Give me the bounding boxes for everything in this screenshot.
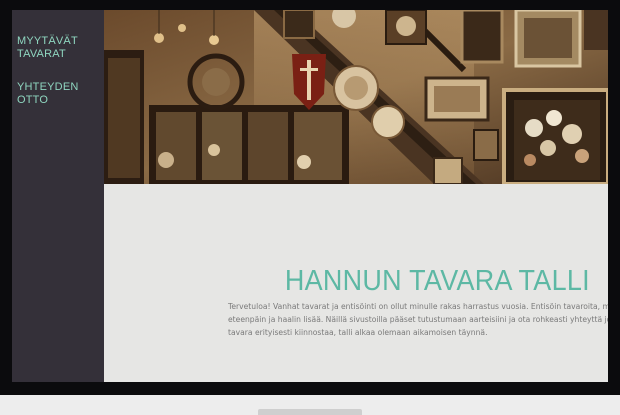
- hero-image-antique-room: [104, 10, 608, 184]
- nav-link-label-line2: OTTO: [17, 94, 49, 106]
- intro-paragraph: Tervetuloa! Vanhat tavarat ja entisöinti…: [228, 300, 608, 339]
- monitor-stand: [258, 409, 362, 415]
- nav-link-label-line2: TAVARAT: [17, 48, 66, 60]
- nav-link-for-sale-items[interactable]: MYYTÄVÄT TAVARAT: [17, 35, 78, 61]
- intro-line: tavara erityisesti kiinnostaa, talli alk…: [228, 328, 488, 337]
- page-title: HANNUN TAVARA TALLI: [284, 265, 590, 298]
- website-viewport: MYYTÄVÄT TAVARAT YHTEYDEN OTTO HANNUN TA…: [12, 10, 608, 382]
- nav-link-contact[interactable]: YHTEYDEN OTTO: [17, 81, 79, 107]
- nav-link-label-line1: YHTEYDEN: [17, 81, 79, 93]
- intro-line: Tervetuloa! Vanhat tavarat ja entisöinti…: [228, 302, 608, 311]
- main-content: HANNUN TAVARA TALLI Tervetuloa! Vanhat t…: [104, 184, 608, 382]
- intro-line: eteenpäin ja haalin lisää. Näillä sivust…: [228, 315, 608, 324]
- monitor-bezel: [0, 383, 620, 395]
- sidebar-nav: MYYTÄVÄT TAVARAT YHTEYDEN OTTO: [12, 10, 104, 382]
- nav-link-label-line1: MYYTÄVÄT: [17, 35, 78, 47]
